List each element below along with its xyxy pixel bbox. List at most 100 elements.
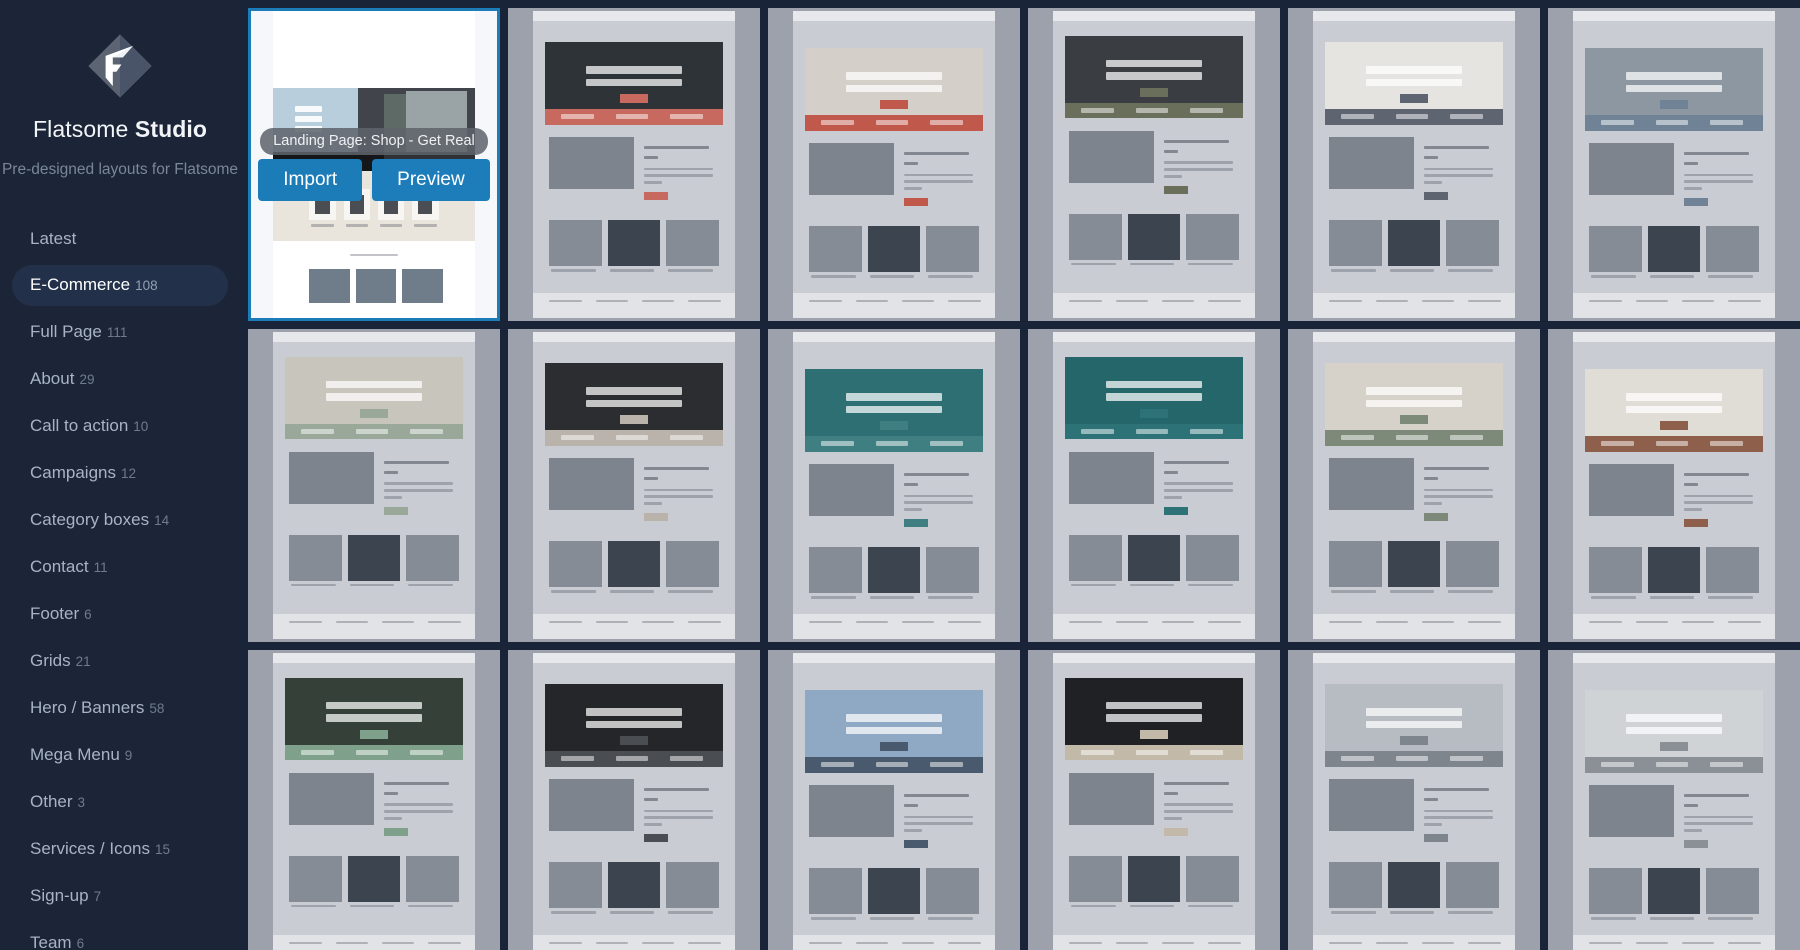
thumb-block [1424, 502, 1443, 505]
thumb-block [1164, 174, 1183, 178]
sidebar-item-contact[interactable]: Contact 11 [12, 547, 228, 588]
thumb-block [410, 429, 443, 434]
flatsome-logo-icon [88, 34, 152, 98]
thumb-block [904, 162, 919, 165]
thumb-block [904, 180, 973, 184]
sidebar-item-full-page[interactable]: Full Page 111 [12, 312, 228, 353]
template-card[interactable] [1288, 650, 1540, 950]
thumb-block [1573, 653, 1775, 663]
template-thumbnail [771, 332, 1017, 639]
sidebar-item-about[interactable]: About 29 [12, 359, 228, 400]
thumb-block [1387, 861, 1441, 908]
thumb-block [533, 11, 735, 21]
thumb-block [355, 429, 389, 434]
thumb-block [1105, 714, 1203, 722]
thumb-block [1115, 941, 1148, 945]
template-card[interactable] [1548, 8, 1800, 321]
thumb-block [670, 756, 703, 762]
template-card[interactable] [508, 329, 760, 642]
thumb-block [1589, 620, 1622, 624]
flatsome-studio-window: Flatsome Studio Pre-designed layouts for… [0, 0, 1800, 950]
thumb-block [670, 114, 703, 120]
sidebar-item-mega-menu[interactable]: Mega Menu 9 [12, 735, 228, 776]
thumb-block [926, 225, 979, 272]
sidebar-item-footer[interactable]: Footer 6 [12, 594, 228, 635]
preview-button[interactable]: Preview [372, 159, 490, 201]
thumb-block [1708, 917, 1753, 920]
thumb-block [1684, 494, 1753, 498]
thumb-block [869, 275, 915, 278]
sidebar-item-count: 6 [76, 936, 85, 950]
thumb-block [930, 441, 963, 447]
thumb-block [359, 408, 389, 418]
sidebar-item-grids[interactable]: Grids 21 [12, 641, 228, 682]
thumb-block [1071, 904, 1116, 908]
sidebar-item-hero-banners[interactable]: Hero / Banners 58 [12, 688, 228, 729]
template-card[interactable] [1288, 329, 1540, 642]
thumb-block [1422, 941, 1455, 945]
sidebar-item-label: Team [30, 933, 72, 950]
thumb-block [1208, 620, 1241, 624]
thumb-block [549, 219, 602, 266]
sidebar-item-e-commerce[interactable]: E-Commerce 108 [12, 265, 228, 307]
template-card[interactable] [508, 8, 760, 321]
thumb-block [289, 772, 374, 825]
template-card[interactable] [768, 650, 1020, 950]
thumb-block [585, 720, 683, 728]
thumb-block [821, 441, 854, 447]
sidebar-item-latest[interactable]: Latest [12, 219, 228, 259]
thumb-block [1424, 174, 1493, 178]
template-card[interactable] [1028, 8, 1280, 321]
thumb-block [666, 861, 719, 908]
thumb-block [355, 268, 397, 303]
import-button[interactable]: Import [258, 159, 363, 201]
thumb-block [1647, 546, 1701, 593]
template-card[interactable] [1288, 8, 1540, 321]
thumb-block [335, 941, 368, 945]
sidebar-item-services-icons[interactable]: Services / Icons 15 [12, 829, 228, 870]
thumb-block [1329, 941, 1362, 945]
thumbnail-page-mock [793, 653, 995, 950]
template-card-selected[interactable]: Landing Page: Shop - Get Real Import Previ… [248, 8, 500, 321]
thumb-block [1389, 268, 1435, 272]
template-thumbnail [251, 653, 497, 950]
sidebar-item-label: Campaigns [30, 463, 116, 483]
sidebar-item-other[interactable]: Other 3 [12, 782, 228, 823]
thumb-block [1365, 708, 1463, 716]
template-card[interactable] [1028, 329, 1280, 642]
template-thumbnail [511, 653, 757, 950]
template-card[interactable] [248, 329, 500, 642]
sidebar-item-call-to-action[interactable]: Call to action 10 [12, 406, 228, 447]
thumb-block [384, 803, 453, 807]
thumb-block [1375, 620, 1408, 624]
template-card[interactable] [768, 8, 1020, 321]
thumb-block [1164, 816, 1183, 820]
template-card[interactable] [508, 650, 760, 950]
thumb-block [904, 815, 973, 819]
template-card[interactable] [1548, 650, 1800, 950]
card-action-buttons: Import Preview [258, 159, 490, 201]
thumb-block [1139, 729, 1169, 739]
sidebar-item-campaigns[interactable]: Campaigns 12 [12, 453, 228, 494]
sidebar-item-sign-up[interactable]: Sign-up 7 [12, 876, 228, 917]
thumb-block [1589, 464, 1674, 517]
thumb-block [406, 855, 459, 902]
template-card[interactable] [248, 650, 500, 950]
thumbnail-page-mock [273, 653, 475, 950]
thumb-block [384, 489, 453, 492]
template-card[interactable] [1548, 329, 1800, 642]
sidebar-item-category-boxes[interactable]: Category boxes 14 [12, 500, 228, 541]
thumb-block [1708, 275, 1753, 278]
thumb-block [666, 540, 719, 587]
thumb-block [642, 620, 675, 624]
thumb-block [1573, 293, 1775, 318]
thumb-block [1162, 941, 1195, 945]
thumb-block [406, 534, 459, 581]
template-card[interactable] [1028, 650, 1280, 950]
thumb-block [384, 495, 403, 499]
thumb-block [1589, 143, 1674, 196]
template-card[interactable] [768, 329, 1020, 642]
thumb-block [1684, 829, 1703, 832]
thumb-block [930, 762, 963, 768]
sidebar-item-team[interactable]: Team 6 [12, 923, 228, 950]
